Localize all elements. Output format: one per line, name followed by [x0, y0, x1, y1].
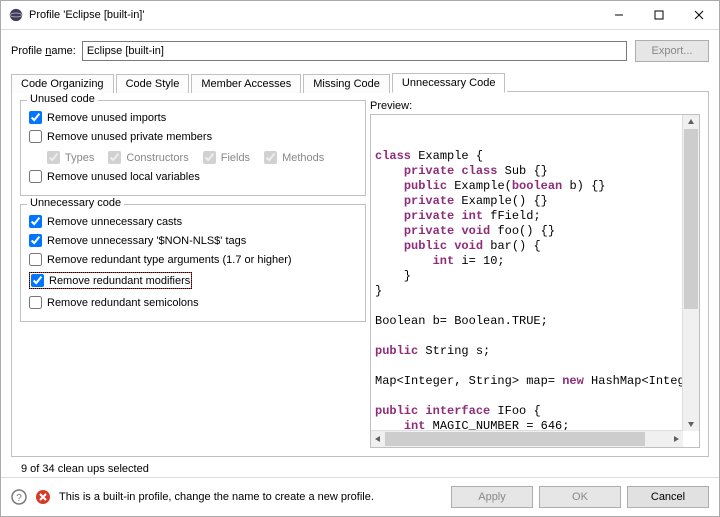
- scroll-left-icon: [374, 435, 382, 443]
- cancel-button[interactable]: Cancel: [627, 486, 709, 508]
- minimize-button[interactable]: [599, 1, 639, 29]
- status-text: 9 of 34 clean ups selected: [11, 457, 709, 477]
- scroll-thumb[interactable]: [684, 129, 698, 309]
- chk-remove-casts[interactable]: Remove unnecessary casts: [29, 215, 357, 228]
- chk-remove-unused-imports[interactable]: Remove unused imports: [29, 111, 357, 124]
- chk-remove-semicolons[interactable]: Remove redundant semicolons: [29, 296, 357, 309]
- tab-code-organizing[interactable]: Code Organizing: [11, 74, 114, 93]
- ok-button[interactable]: OK: [539, 486, 621, 508]
- export-button[interactable]: Export...: [635, 40, 709, 62]
- preview-code: class Example { private class Sub {} pub…: [375, 149, 699, 448]
- window-title: Profile 'Eclipse [built-in]': [29, 9, 599, 21]
- chk-remove-typeargs[interactable]: Remove redundant type arguments (1.7 or …: [29, 253, 357, 266]
- horizontal-scrollbar[interactable]: [371, 430, 683, 447]
- tab-code-style[interactable]: Code Style: [116, 74, 190, 93]
- vertical-scrollbar[interactable]: [682, 115, 699, 431]
- scroll-down-icon: [687, 420, 695, 428]
- dialog-window: Profile 'Eclipse [built-in]' Profile nam…: [0, 0, 720, 517]
- chk-remove-unused-private[interactable]: Remove unused private members: [29, 130, 357, 143]
- tab-member-accesses[interactable]: Member Accesses: [191, 74, 301, 93]
- profile-name-label: Profile name:: [11, 45, 76, 57]
- tab-missing-code[interactable]: Missing Code: [303, 74, 390, 93]
- group-unnecessary-code: Unnecessary code Remove unnecessary cast…: [20, 204, 366, 322]
- chk-remove-unused-locals[interactable]: Remove unused local variables: [29, 170, 357, 183]
- profile-name-input[interactable]: [82, 41, 627, 61]
- apply-button[interactable]: Apply: [451, 486, 533, 508]
- chk-constructors: Constructors: [108, 151, 188, 164]
- tab-bar: Code Organizing Code Style Member Access…: [11, 72, 709, 92]
- eclipse-icon: [9, 8, 23, 22]
- group-title: Unnecessary code: [27, 197, 124, 209]
- scroll-right-icon: [672, 435, 680, 443]
- close-button[interactable]: [679, 1, 719, 29]
- tab-unnecessary-code[interactable]: Unnecessary Code: [392, 73, 506, 93]
- svg-text:?: ?: [16, 493, 22, 504]
- scroll-up-icon: [687, 118, 695, 126]
- error-icon: [35, 489, 51, 505]
- chk-types: Types: [47, 151, 94, 164]
- titlebar: Profile 'Eclipse [built-in]': [1, 1, 719, 30]
- highlight-box: Remove redundant modifiers: [29, 272, 192, 289]
- maximize-button[interactable]: [639, 1, 679, 29]
- preview-label: Preview:: [370, 100, 700, 112]
- scroll-thumb[interactable]: [385, 432, 645, 446]
- preview-pane: class Example { private class Sub {} pub…: [370, 114, 700, 448]
- help-icon[interactable]: ?: [11, 489, 27, 505]
- chk-remove-nls[interactable]: Remove unnecessary '$NON-NLS$' tags: [29, 234, 357, 247]
- group-unused-code: Unused code Remove unused imports Remove…: [20, 100, 366, 196]
- chk-methods: Methods: [264, 151, 324, 164]
- group-title: Unused code: [27, 93, 98, 105]
- chk-fields: Fields: [203, 151, 250, 164]
- footer-message: This is a built-in profile, change the n…: [59, 491, 374, 503]
- chk-remove-modifiers[interactable]: Remove redundant modifiers: [30, 273, 191, 288]
